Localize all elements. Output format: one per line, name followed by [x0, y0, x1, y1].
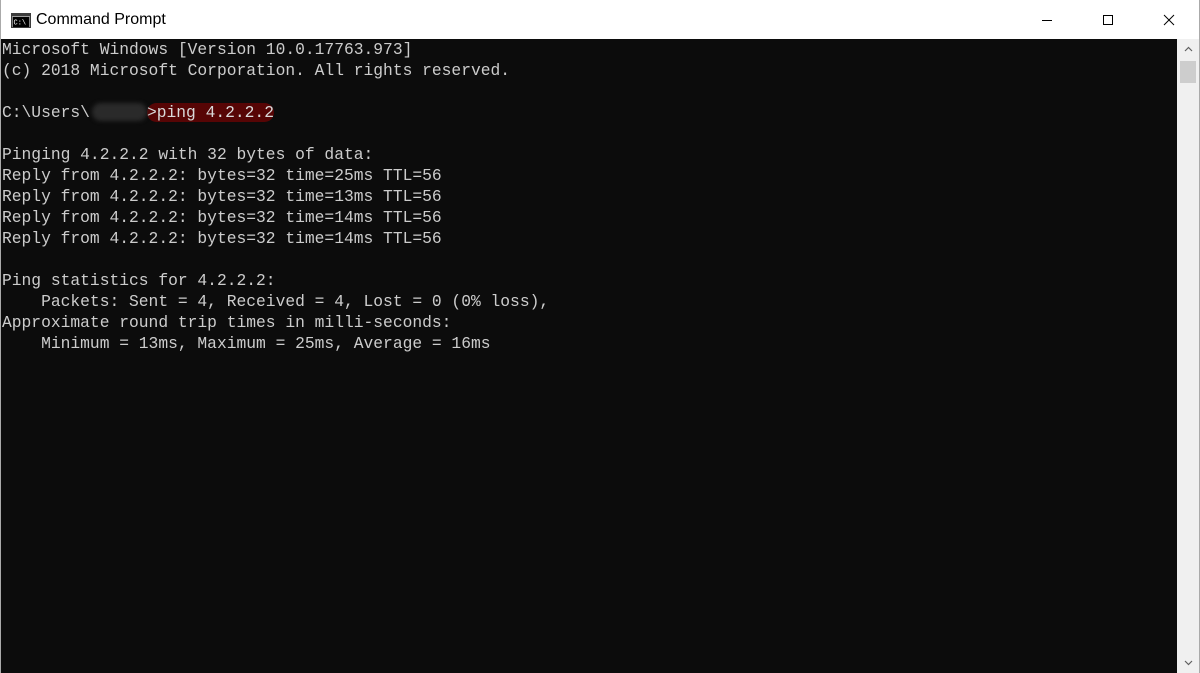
window-title: Command Prompt [36, 10, 166, 28]
window-controls [1016, 0, 1199, 39]
minimize-button[interactable] [1016, 0, 1077, 39]
scrollbar-thumb[interactable] [1180, 61, 1196, 83]
console-line: Reply from 4.2.2.2: bytes=32 time=13ms T… [2, 187, 442, 206]
console-line: Microsoft Windows [Version 10.0.17763.97… [2, 40, 413, 59]
console-line: Approximate round trip times in milli-se… [2, 313, 452, 332]
highlighted-command: >ping 4.2.2.2 [146, 103, 274, 122]
console-line: Minimum = 13ms, Maximum = 25ms, Average … [2, 334, 491, 353]
title-bar[interactable]: C:\ Command Prompt [1, 0, 1199, 39]
console-line: Pinging 4.2.2.2 with 32 bytes of data: [2, 145, 374, 164]
scroll-down-icon [1184, 660, 1192, 666]
scroll-up-button[interactable] [1177, 39, 1199, 59]
maximize-button[interactable] [1077, 0, 1138, 39]
scroll-down-button[interactable] [1177, 653, 1199, 673]
command-text: ping 4.2.2.2 [156, 103, 274, 122]
close-button[interactable] [1138, 0, 1199, 39]
command-prompt-window: C:\ Command Prompt Microsoft Windows [Ve… [0, 0, 1200, 673]
prompt-separator: > [146, 103, 157, 122]
cmd-icon: C:\ [11, 12, 31, 28]
minimize-icon [1041, 19, 1052, 21]
svg-text:C:\: C:\ [14, 19, 27, 27]
maximize-icon [1102, 14, 1113, 25]
redacted-username [91, 103, 147, 121]
prompt-path: C:\Users\ [2, 103, 90, 122]
vertical-scrollbar[interactable] [1177, 39, 1199, 673]
console-line: Reply from 4.2.2.2: bytes=32 time=14ms T… [2, 208, 442, 227]
console-line: Ping statistics for 4.2.2.2: [2, 271, 276, 290]
scroll-up-icon [1184, 46, 1192, 52]
console-line: Packets: Sent = 4, Received = 4, Lost = … [2, 292, 550, 311]
prompt-line: C:\Users\ >ping 4.2.2.2 [2, 102, 274, 123]
close-icon [1163, 14, 1174, 25]
console-line: (c) 2018 Microsoft Corporation. All righ… [2, 61, 511, 80]
console-line: Reply from 4.2.2.2: bytes=32 time=14ms T… [2, 229, 442, 248]
console-line: Reply from 4.2.2.2: bytes=32 time=25ms T… [2, 166, 442, 185]
console-output[interactable]: Microsoft Windows [Version 10.0.17763.97… [1, 39, 1177, 673]
